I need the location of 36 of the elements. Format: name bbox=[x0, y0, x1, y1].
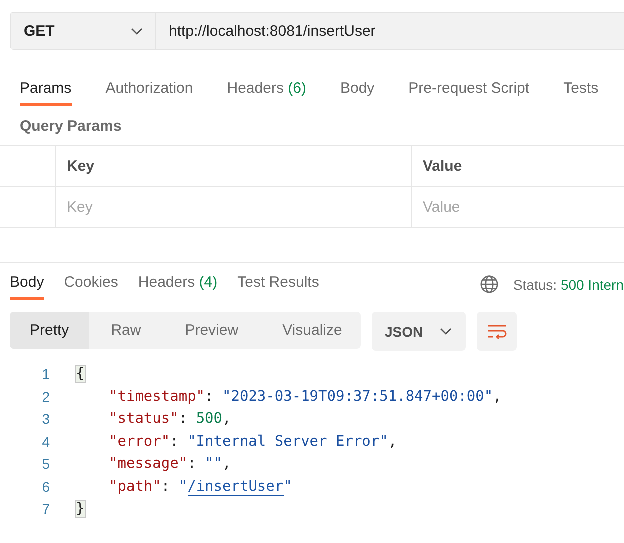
line-number: 1 bbox=[41, 366, 50, 382]
line-number: 5 bbox=[41, 456, 50, 472]
tab[interactable]: Body bbox=[10, 274, 44, 300]
format-select[interactable]: JSON bbox=[372, 312, 466, 351]
chevron-down-icon bbox=[440, 328, 452, 335]
tab[interactable]: Headers (6) bbox=[227, 80, 306, 106]
code-line: "path": "/insertUser" bbox=[109, 478, 292, 495]
view-tab[interactable]: Raw bbox=[89, 312, 164, 349]
line-number: 7 bbox=[41, 501, 50, 518]
line-number: 6 bbox=[41, 478, 50, 495]
line-number: 3 bbox=[41, 411, 50, 428]
section-title: Query Params bbox=[20, 118, 123, 135]
view-tab[interactable]: Pretty bbox=[10, 312, 90, 349]
tab[interactable]: Body bbox=[340, 80, 375, 106]
code-line: "error": "Internal Server Error", bbox=[109, 434, 398, 450]
line-number: 2 bbox=[41, 388, 50, 405]
tab[interactable]: Pre-request Script bbox=[408, 80, 530, 106]
code-line: "status": 500, bbox=[109, 411, 232, 428]
code-line: "message": "", bbox=[109, 456, 232, 472]
tab[interactable]: Cookies bbox=[64, 274, 118, 300]
wrap-lines-icon bbox=[487, 324, 507, 340]
tab[interactable]: Test Results bbox=[238, 274, 320, 300]
wrap-button[interactable] bbox=[477, 312, 517, 351]
tab[interactable]: Headers (4) bbox=[138, 274, 218, 300]
code-line: "timestamp": "2023-03-19T09:37:51.847+00:00", bbox=[109, 388, 502, 405]
view-tab[interactable]: Preview bbox=[163, 312, 261, 349]
line-number: 4 bbox=[41, 434, 50, 450]
status-text: Status: 500 Intern bbox=[513, 276, 624, 292]
column-header: Key bbox=[55, 146, 411, 187]
tab[interactable]: Authorization bbox=[106, 80, 194, 106]
link[interactable]: /insertUser bbox=[188, 478, 284, 496]
tab[interactable]: Params bbox=[20, 80, 72, 106]
tab[interactable]: Tests bbox=[564, 80, 599, 106]
column-header: Value bbox=[411, 146, 624, 187]
globe-icon[interactable] bbox=[480, 275, 500, 294]
view-tab[interactable]: Visualize bbox=[260, 312, 364, 349]
